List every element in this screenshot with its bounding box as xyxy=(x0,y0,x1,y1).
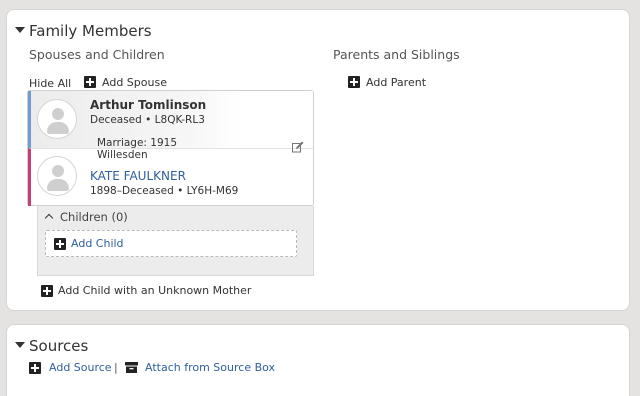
spouses-children-heading: Spouses and Children xyxy=(29,47,165,62)
father-name[interactable]: Arthur Tomlinson xyxy=(90,98,206,112)
sources-panel: Sources Add Source | Attach from Source … xyxy=(6,324,630,396)
add-parent-link[interactable]: Add Parent xyxy=(366,76,426,89)
add-spouse-link[interactable]: Add Spouse xyxy=(102,76,167,89)
parents-siblings-heading: Parents and Siblings xyxy=(333,47,460,62)
children-section: Children (0) Add Child xyxy=(37,206,314,276)
source-box-icon[interactable] xyxy=(125,362,138,373)
attach-from-source-box-link[interactable]: Attach from Source Box xyxy=(145,361,275,374)
mother-meta: 1898–Deceased • LY6H-M69 xyxy=(90,185,239,197)
plus-icon[interactable] xyxy=(84,76,96,88)
father-meta: Deceased • L8QK-RL3 xyxy=(90,114,205,126)
caret-down-icon[interactable] xyxy=(15,342,25,348)
avatar-icon[interactable] xyxy=(37,99,77,139)
family-members-panel: Family Members Spouses and Children Pare… xyxy=(6,9,630,311)
chevron-up-icon xyxy=(44,213,54,223)
hide-all-link[interactable]: Hide All xyxy=(29,77,71,90)
avatar-icon[interactable] xyxy=(37,156,77,196)
plus-icon[interactable] xyxy=(348,76,360,88)
add-child-unknown-mother-link[interactable]: Add Child with an Unknown Mother xyxy=(58,284,251,297)
plus-icon[interactable] xyxy=(41,285,53,297)
plus-icon xyxy=(54,238,66,250)
edit-icon[interactable] xyxy=(292,141,304,153)
children-header-label: Children (0) xyxy=(60,210,128,224)
person-row-mother[interactable]: Willesden KATE FAULKNER 1898–Deceased • … xyxy=(28,148,313,206)
children-toggle[interactable]: Children (0) xyxy=(44,210,128,224)
separator: | xyxy=(114,361,118,374)
add-child-label: Add Child xyxy=(71,237,124,250)
caret-down-icon[interactable] xyxy=(15,27,25,33)
family-members-title[interactable]: Family Members xyxy=(29,22,152,40)
add-source-link[interactable]: Add Source xyxy=(49,361,112,374)
person-row-father[interactable]: Arthur Tomlinson Deceased • L8QK-RL3 Mar… xyxy=(28,91,313,149)
sources-title[interactable]: Sources xyxy=(29,337,88,355)
add-child-button[interactable]: Add Child xyxy=(45,230,297,257)
couple-card: Arthur Tomlinson Deceased • L8QK-RL3 Mar… xyxy=(27,90,314,206)
mother-name-link[interactable]: KATE FAULKNER xyxy=(90,169,186,183)
plus-icon[interactable] xyxy=(29,362,41,374)
marriage-place: Willesden xyxy=(97,149,148,161)
